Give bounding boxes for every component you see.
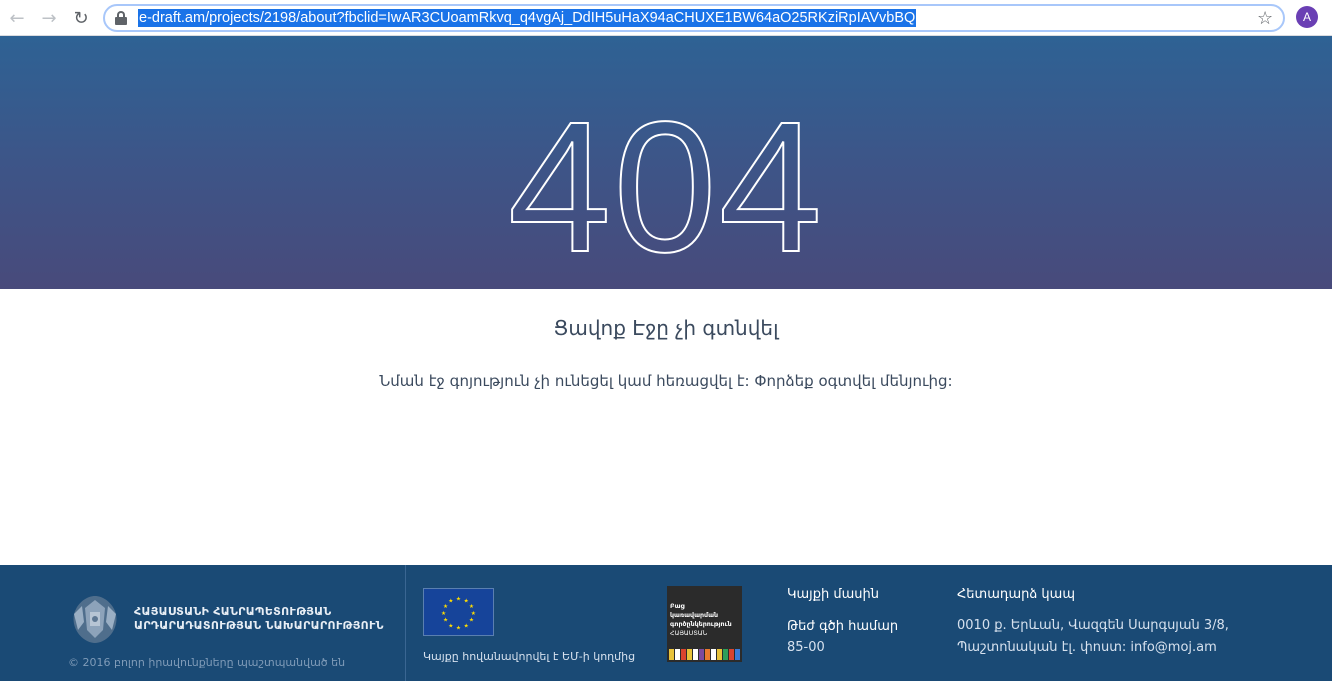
ogp-color-bars [669, 649, 740, 660]
address-bar[interactable]: e-draft.am/projects/2198/about?fbclid=Iw… [103, 4, 1285, 32]
svg-text:★: ★ [469, 617, 474, 624]
svg-text:★: ★ [448, 597, 453, 604]
error-code: 404 [507, 84, 825, 291]
arrow-right-icon: → [41, 7, 57, 29]
svg-text:★: ★ [471, 610, 476, 617]
svg-text:★: ★ [456, 624, 461, 631]
error-description: Նման էջ գոյություն չի ունեցել կամ հեռացվ… [379, 372, 953, 390]
lock-icon[interactable] [115, 11, 127, 25]
ministry-name[interactable]: ՀԱՅԱՍՏԱՆԻ ՀԱՆՐԱՊԵՏՈՒԹՅԱՆ ԱՐԴԱՐԱԴԱՏՈՒԹՅԱՆ… [134, 605, 384, 633]
profile-avatar[interactable]: A [1296, 6, 1318, 28]
url-text[interactable]: e-draft.am/projects/2198/about?fbclid=Iw… [138, 9, 917, 27]
svg-text:★: ★ [448, 622, 453, 629]
svg-text:★: ★ [469, 603, 474, 610]
svg-text:★: ★ [443, 617, 448, 624]
hotline-number[interactable]: 85-00 [787, 637, 825, 659]
contact-address: 0010 ք. Երևան, Վազգեն Սարգսյան 3/8, [957, 618, 1229, 633]
footer-divider [405, 565, 406, 681]
site-footer: ՀԱՅԱՍՏԱՆԻ ՀԱՆՐԱՊԵՏՈՒԹՅԱՆ ԱՐԴԱՐԱԴԱՏՈՒԹՅԱՆ… [0, 565, 1332, 681]
eu-flag-icon[interactable]: ★ ★ ★ ★ ★ ★ ★ ★ ★ ★ ★ ★ [423, 588, 494, 636]
svg-text:★: ★ [441, 610, 446, 617]
ogp-logo[interactable]: Բաց կառավարման գործընկերություն ՀԱՅԱՍՏԱՆ [667, 586, 742, 662]
back-button[interactable]: ← [5, 6, 29, 30]
copyright-text: © 2016 բոլոր իրավունքները պաշտպանված են [68, 656, 346, 669]
error-hero: 404 [0, 36, 1332, 289]
coat-of-arms-icon[interactable] [68, 592, 122, 646]
eu-sponsor-caption: Կայքը հովանավորվել է ԵՄ-ի կողմից [423, 650, 636, 663]
about-site-link[interactable]: Կայքի մասին [787, 587, 879, 602]
reload-button[interactable]: ↻ [69, 6, 93, 30]
svg-text:★: ★ [456, 596, 461, 603]
reload-icon: ↻ [73, 7, 89, 29]
contact-title: Հետադարձ կապ [957, 587, 1075, 602]
hotline-label: Թեժ գծի համար [787, 619, 899, 634]
bookmark-star-icon[interactable]: ☆ [1257, 8, 1273, 29]
browser-toolbar: ← → ↻ e-draft.am/projects/2198/about?fbc… [0, 0, 1332, 36]
error-title: Ցավոք Էջը չի գտնվել [553, 316, 779, 340]
contact-email[interactable]: Պաշտոնական էլ. փոստ: info@moj.am [957, 637, 1217, 659]
svg-text:★: ★ [464, 622, 469, 629]
forward-button[interactable]: → [37, 6, 61, 30]
arrow-left-icon: ← [9, 7, 25, 29]
